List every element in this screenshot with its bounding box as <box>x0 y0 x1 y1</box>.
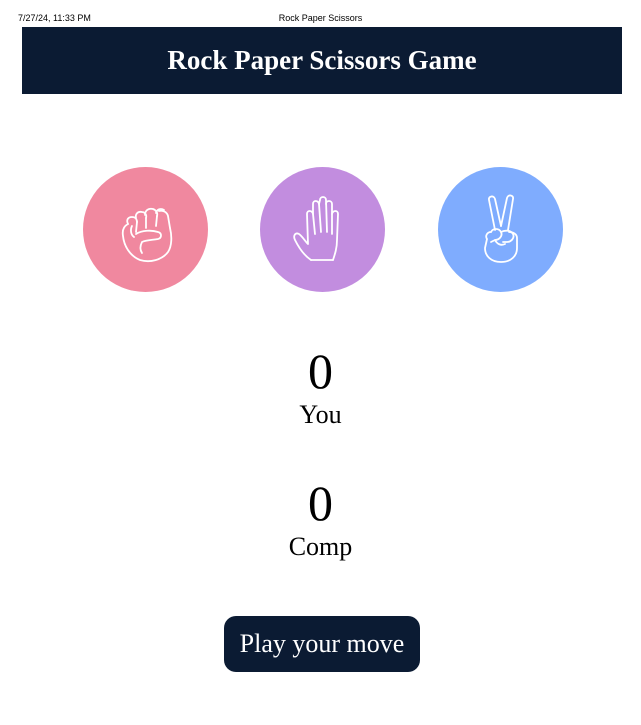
print-title: Rock Paper Scissors <box>278 13 363 23</box>
paper-choice-button[interactable] <box>260 167 385 292</box>
user-score: 0 You <box>0 346 641 428</box>
page-title: Rock Paper Scissors Game <box>167 45 477 75</box>
print-header: 7/27/24, 11:33 PM Rock Paper Scissors <box>0 12 641 24</box>
comp-score-value: 0 <box>308 475 333 531</box>
user-score-value: 0 <box>308 343 333 399</box>
title-bar: Rock Paper Scissors Game <box>22 27 622 94</box>
user-score-label: You <box>299 400 342 429</box>
scissors-choice-button[interactable] <box>438 167 563 292</box>
fist-icon <box>121 207 172 262</box>
play-move-button[interactable]: Play your move <box>224 616 420 672</box>
comp-score-label: Comp <box>288 532 353 561</box>
peace-hand-icon <box>483 194 518 263</box>
open-hand-icon <box>292 195 339 261</box>
rock-choice-button[interactable] <box>83 167 208 292</box>
comp-score: 0 Comp <box>0 478 641 560</box>
